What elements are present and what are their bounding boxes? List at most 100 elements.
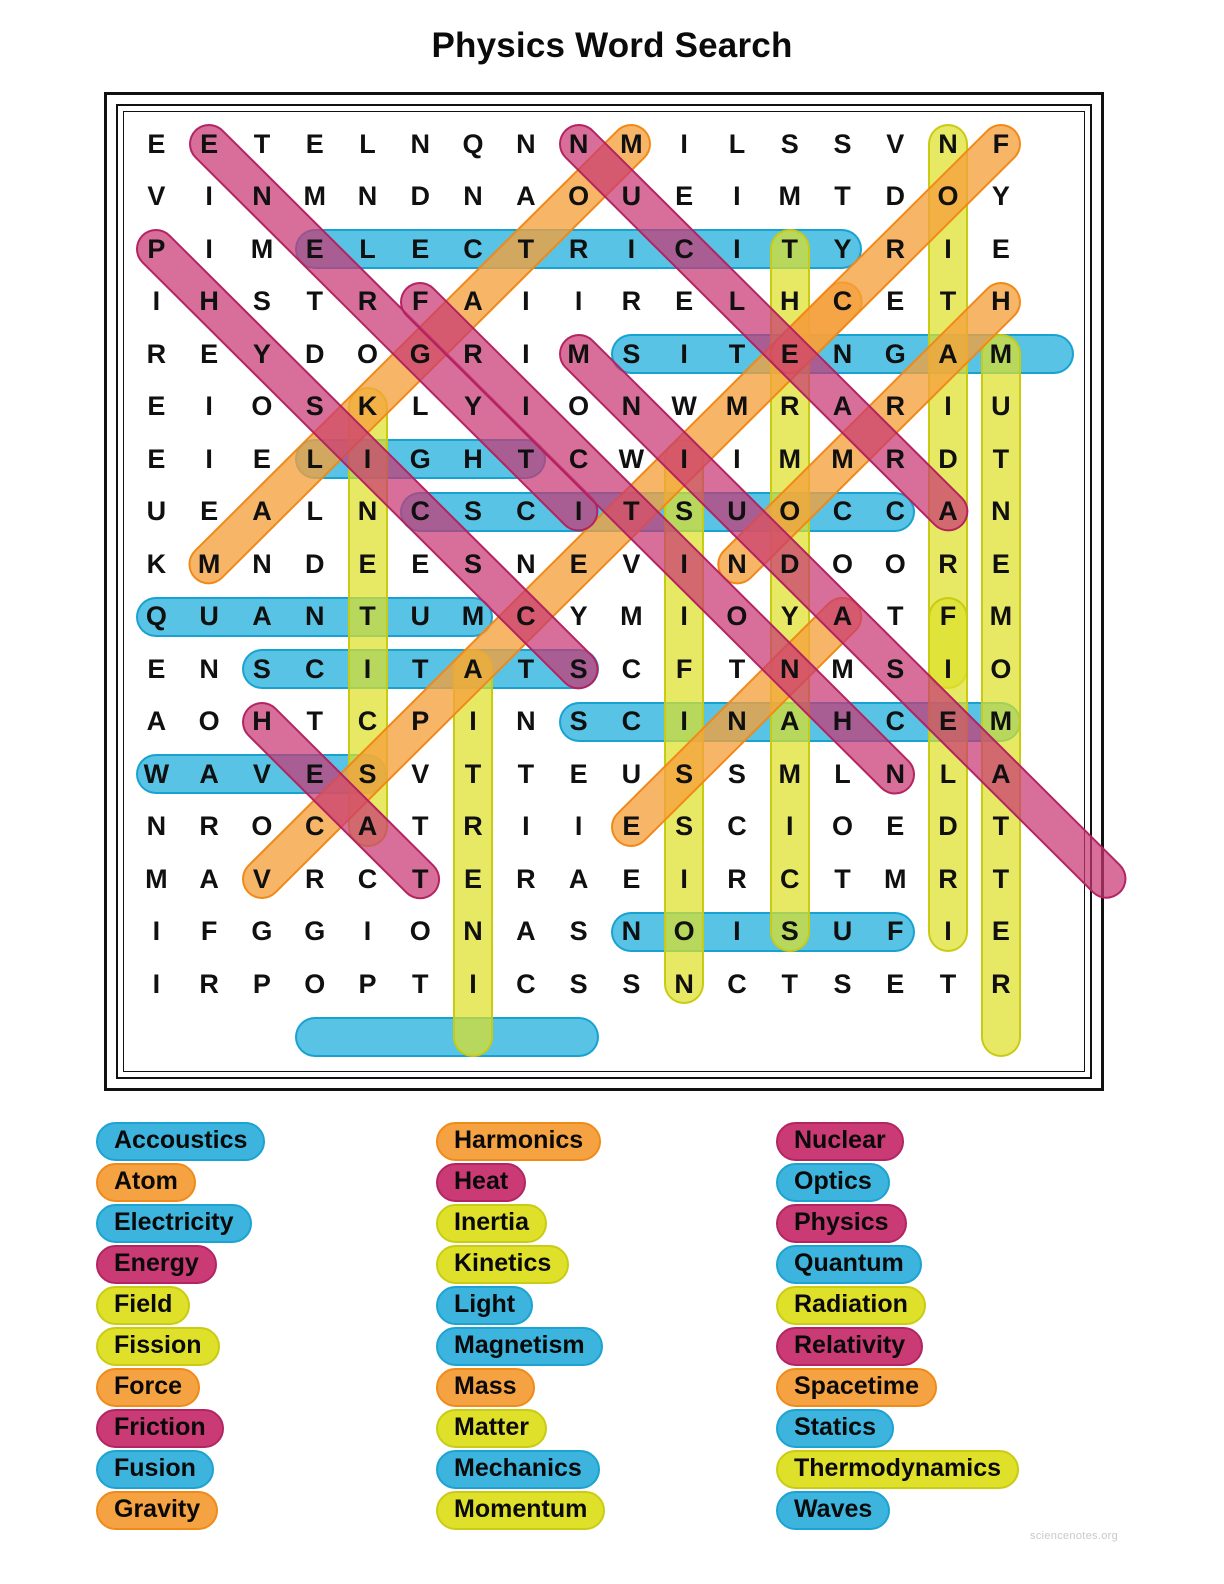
grid-cell[interactable]: S xyxy=(288,381,341,434)
grid-cell[interactable]: N xyxy=(658,958,711,1011)
grid-cell[interactable]: A xyxy=(183,853,236,906)
grid-cell[interactable]: R xyxy=(974,958,1027,1011)
grid-cell[interactable]: U xyxy=(711,486,764,539)
grid-cell[interactable] xyxy=(1027,906,1080,959)
grid-cell[interactable]: I xyxy=(447,696,500,749)
grid-cell[interactable]: M xyxy=(236,223,289,276)
grid-cell[interactable]: V xyxy=(605,538,658,591)
grid-cell[interactable]: C xyxy=(341,853,394,906)
grid-cell[interactable]: E xyxy=(552,748,605,801)
grid-cell[interactable]: M xyxy=(130,853,183,906)
grid-cell[interactable]: E xyxy=(974,906,1027,959)
grid-cell[interactable]: T xyxy=(447,748,500,801)
grid-cell[interactable]: R xyxy=(288,853,341,906)
word-pill-thermodynamics[interactable]: Thermodynamics xyxy=(776,1450,1020,1489)
grid-cell[interactable] xyxy=(1027,171,1080,224)
grid-cell[interactable]: N xyxy=(394,118,447,171)
grid-cell[interactable]: I xyxy=(711,223,764,276)
grid-cell[interactable]: I xyxy=(658,591,711,644)
grid-cell[interactable]: S xyxy=(552,906,605,959)
grid-cell[interactable]: C xyxy=(605,643,658,696)
grid-cell[interactable]: T xyxy=(394,853,447,906)
word-pill-field[interactable]: Field xyxy=(96,1286,191,1325)
word-pill-quantum[interactable]: Quantum xyxy=(776,1245,922,1284)
grid-cell[interactable]: L xyxy=(288,486,341,539)
grid-cell[interactable]: I xyxy=(658,433,711,486)
grid-cell[interactable]: O xyxy=(869,538,922,591)
word-pill-nuclear[interactable]: Nuclear xyxy=(776,1122,904,1161)
grid-cell[interactable]: U xyxy=(974,381,1027,434)
grid-cell[interactable]: M xyxy=(763,171,816,224)
grid-cell[interactable]: M xyxy=(974,696,1027,749)
grid-cell[interactable]: H xyxy=(763,276,816,329)
grid-cell[interactable] xyxy=(1027,328,1080,381)
grid-cell[interactable]: A xyxy=(816,381,869,434)
grid-cell[interactable]: T xyxy=(711,328,764,381)
grid-cell[interactable]: S xyxy=(605,328,658,381)
grid-cell[interactable]: N xyxy=(447,171,500,224)
grid-cell[interactable] xyxy=(711,1011,764,1064)
grid-cell[interactable]: N xyxy=(288,591,341,644)
grid-cell[interactable]: I xyxy=(183,223,236,276)
grid-cell[interactable]: I xyxy=(499,328,552,381)
grid-cell[interactable]: O xyxy=(236,801,289,854)
grid-cell[interactable]: N xyxy=(711,696,764,749)
grid-cell[interactable]: E xyxy=(288,748,341,801)
grid-cell[interactable]: P xyxy=(130,223,183,276)
grid-cell[interactable]: D xyxy=(922,433,975,486)
grid-cell[interactable]: A xyxy=(183,748,236,801)
grid-cell[interactable]: M xyxy=(288,171,341,224)
grid-cell[interactable]: I xyxy=(499,381,552,434)
grid-cell[interactable]: R xyxy=(447,328,500,381)
grid-cell[interactable]: W xyxy=(605,433,658,486)
grid-cell[interactable]: R xyxy=(869,223,922,276)
grid-cell[interactable]: E xyxy=(447,853,500,906)
grid-cell[interactable]: U xyxy=(394,591,447,644)
grid-cell[interactable]: O xyxy=(816,801,869,854)
grid-cell[interactable]: C xyxy=(711,801,764,854)
grid-cell[interactable]: O xyxy=(974,643,1027,696)
grid-cell[interactable]: F xyxy=(658,643,711,696)
grid-cell[interactable]: A xyxy=(499,171,552,224)
grid-cell[interactable] xyxy=(1027,696,1080,749)
grid-cell[interactable]: M xyxy=(816,643,869,696)
grid-cell[interactable]: V xyxy=(236,748,289,801)
grid-cell[interactable]: T xyxy=(974,433,1027,486)
grid-cell[interactable] xyxy=(236,1011,289,1064)
grid-cell[interactable]: W xyxy=(658,381,711,434)
grid-cell[interactable] xyxy=(816,1011,869,1064)
grid-cell[interactable] xyxy=(1027,643,1080,696)
grid-cell[interactable] xyxy=(1027,853,1080,906)
grid-cell[interactable]: E xyxy=(869,801,922,854)
grid-cell[interactable]: M xyxy=(711,381,764,434)
grid-cell[interactable]: N xyxy=(605,381,658,434)
grid-cell[interactable]: O xyxy=(711,591,764,644)
grid-cell[interactable]: O xyxy=(183,696,236,749)
grid-cell[interactable]: I xyxy=(922,643,975,696)
grid-cell[interactable]: S xyxy=(658,486,711,539)
grid-cell[interactable]: G xyxy=(394,328,447,381)
grid-cell[interactable]: E xyxy=(974,538,1027,591)
grid-cell[interactable]: M xyxy=(605,591,658,644)
grid-cell[interactable]: R xyxy=(183,801,236,854)
grid-cell[interactable]: A xyxy=(974,748,1027,801)
grid-cell[interactable]: N xyxy=(447,906,500,959)
word-pill-statics[interactable]: Statics xyxy=(776,1409,894,1448)
grid-cell[interactable]: O xyxy=(288,958,341,1011)
grid-cell[interactable]: F xyxy=(974,118,1027,171)
grid-cell[interactable] xyxy=(869,1011,922,1064)
grid-cell[interactable]: P xyxy=(341,958,394,1011)
grid-cell[interactable]: O xyxy=(552,381,605,434)
grid-cell[interactable]: E xyxy=(605,853,658,906)
grid-cell[interactable]: A xyxy=(236,591,289,644)
grid-cell[interactable]: T xyxy=(922,276,975,329)
grid-cell[interactable] xyxy=(1027,1011,1080,1064)
grid-cell[interactable]: C xyxy=(711,958,764,1011)
grid-cell[interactable]: E xyxy=(183,118,236,171)
grid-cell[interactable]: C xyxy=(816,486,869,539)
grid-cell[interactable] xyxy=(1027,381,1080,434)
grid-cell[interactable]: Y xyxy=(763,591,816,644)
grid-cell[interactable]: N xyxy=(552,118,605,171)
grid-cell[interactable]: E xyxy=(763,328,816,381)
grid-cell[interactable]: A xyxy=(447,643,500,696)
